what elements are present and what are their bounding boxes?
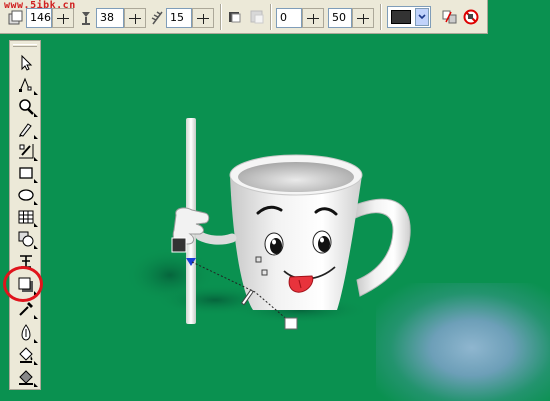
toolbox-grip[interactable] <box>13 44 37 47</box>
separator <box>220 4 222 30</box>
shadow-feather-icon <box>151 11 163 25</box>
zoom-tool-icon <box>19 99 34 115</box>
shadow-color-picker[interactable] <box>387 6 431 28</box>
pick-tool-button[interactable] <box>16 53 36 73</box>
separator <box>270 4 272 30</box>
feather-edge-icon[interactable] <box>249 9 265 25</box>
ellipse-tool-icon <box>18 189 34 201</box>
outline-tool-button[interactable] <box>16 323 38 343</box>
graph-paper-button[interactable] <box>16 207 38 227</box>
basic-shapes-button[interactable] <box>16 229 38 249</box>
canvas-highlight-glow <box>376 283 550 401</box>
smart-fill-button[interactable] <box>16 141 38 161</box>
nudge-feather-button[interactable] <box>192 8 214 28</box>
eyedropper-tool-button[interactable] <box>16 299 38 319</box>
color-dropdown-button[interactable] <box>415 8 429 26</box>
copy-shadow-properties-icon[interactable] <box>442 9 458 25</box>
text-tool-icon <box>20 255 32 268</box>
clear-shadow-icon[interactable] <box>463 9 479 25</box>
shadow-opacity-input[interactable]: 38 <box>96 8 124 28</box>
rectangle-tool-icon <box>19 167 33 179</box>
freehand-tool-icon <box>19 123 32 137</box>
shadow-opacity-icon <box>82 12 90 25</box>
drawing-canvas[interactable] <box>46 40 550 401</box>
nudge-opacity-button[interactable] <box>124 8 146 28</box>
feather-direction-icon[interactable] <box>228 9 244 25</box>
shadow-fade-input[interactable]: 0 <box>276 8 302 28</box>
nudge-stretch-button[interactable] <box>352 8 374 28</box>
separator <box>380 4 382 30</box>
nudge-fade-button[interactable] <box>302 8 324 28</box>
freehand-tool-button[interactable] <box>16 119 38 139</box>
shadow-preset-icon[interactable] <box>8 10 24 26</box>
interactive-shadow-tool-button[interactable] <box>16 275 38 295</box>
nudge-offset-x-button[interactable] <box>52 8 74 28</box>
rectangle-tool-button[interactable] <box>16 163 38 183</box>
basic-shapes-icon <box>18 231 34 247</box>
text-tool-button[interactable] <box>16 251 36 271</box>
interactive-fill-button[interactable] <box>16 367 38 387</box>
interactive-shadow-tool-icon <box>18 277 33 292</box>
shadow-color-swatch <box>391 10 411 24</box>
fill-tool-button[interactable] <box>16 345 38 365</box>
outline-tool-icon <box>21 324 31 341</box>
shape-tool-icon <box>19 77 32 92</box>
interactive-fill-icon <box>19 370 33 385</box>
zoom-tool-button[interactable] <box>16 97 38 117</box>
chevron-down-icon <box>418 14 426 20</box>
shadow-stretch-input[interactable]: 50 <box>328 8 352 28</box>
ellipse-tool-button[interactable] <box>16 185 38 205</box>
toolbox <box>9 40 41 390</box>
shadow-feather-input[interactable]: 15 <box>166 8 192 28</box>
pick-tool-icon <box>21 54 33 71</box>
property-bar: www.5ibk.cn 146 38 15 0 50 <box>0 0 488 34</box>
eyedropper-tool-icon <box>19 302 33 316</box>
shape-tool-button[interactable] <box>16 75 38 95</box>
graph-paper-icon <box>18 210 34 224</box>
shadow-offset-x-input[interactable]: 146 <box>26 8 52 28</box>
fill-tool-icon <box>19 347 33 363</box>
smart-fill-icon <box>19 144 34 159</box>
